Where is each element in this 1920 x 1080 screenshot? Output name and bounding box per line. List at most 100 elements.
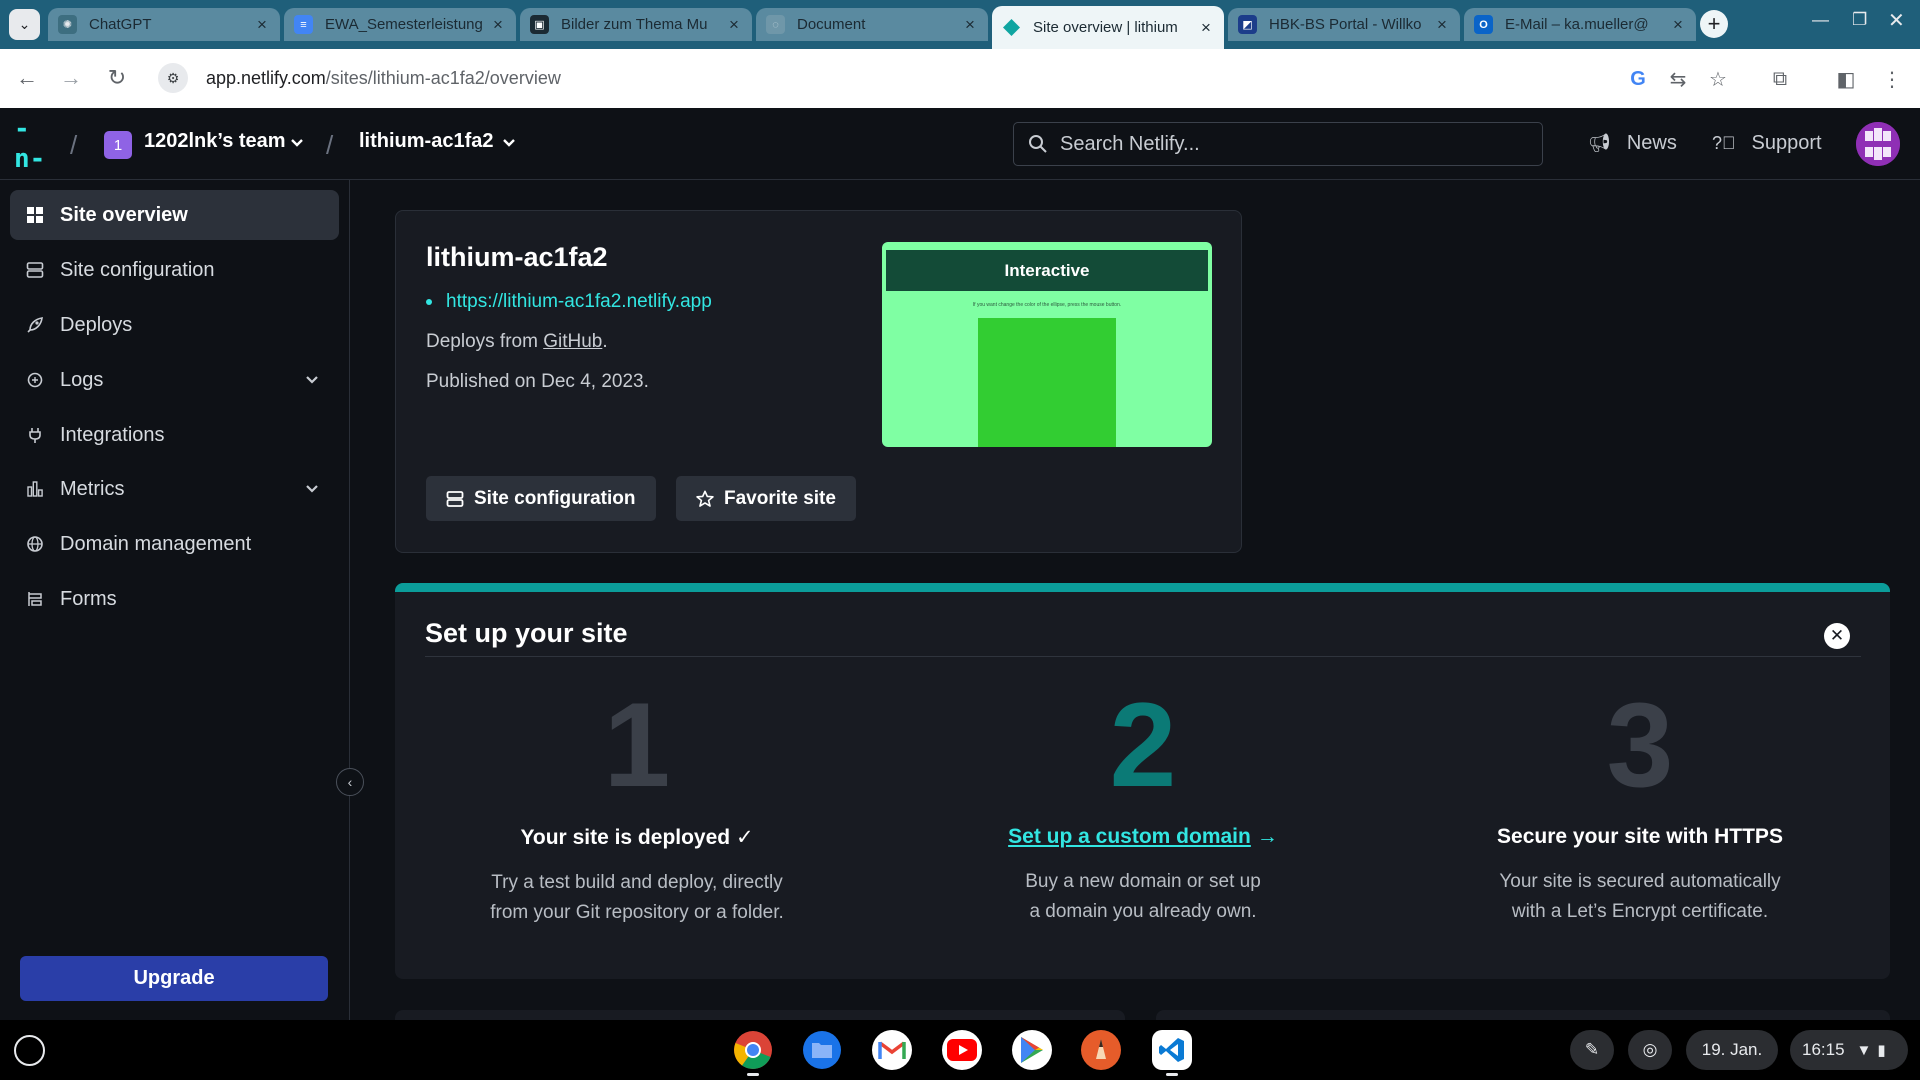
- drawing-app-icon[interactable]: [1081, 1030, 1121, 1070]
- team-avatar[interactable]: 1: [104, 131, 132, 159]
- tab-close-icon[interactable]: ×: [726, 15, 742, 35]
- plug-icon: [24, 424, 46, 446]
- site-configuration-button[interactable]: Site configuration: [426, 476, 656, 521]
- bookmark-star-icon[interactable]: ☆: [1704, 65, 1732, 93]
- tab-title: ChatGPT: [89, 16, 152, 33]
- status-tray[interactable]: 16:15 ▼ ▮: [1790, 1030, 1908, 1070]
- sidebar-item-label: Deploys: [60, 313, 133, 336]
- tab-close-icon[interactable]: ×: [490, 15, 506, 35]
- search-icon: [1029, 135, 1047, 153]
- browser-tab-bilder[interactable]: ▣ Bilder zum Thema Mu ×: [520, 8, 752, 41]
- grid-icon: [24, 204, 46, 226]
- custom-domain-link[interactable]: Set up a custom domain: [1008, 825, 1251, 848]
- unsplash-icon: ▣: [530, 15, 549, 34]
- browser-tab-email[interactable]: O E-Mail – ka.mueller@ ×: [1464, 8, 1696, 41]
- side-panel-icon[interactable]: ◧: [1832, 65, 1860, 93]
- chevron-down-icon[interactable]: [305, 373, 319, 387]
- site-preview-thumbnail[interactable]: Interactive If you want change the color…: [882, 242, 1212, 447]
- divider: [425, 656, 1861, 657]
- site-switcher[interactable]: lithium-ac1fa2: [359, 130, 493, 153]
- favorite-site-button[interactable]: Favorite site: [676, 476, 856, 521]
- search-input[interactable]: Search Netlify...: [1013, 122, 1543, 166]
- browser-tab-netlify[interactable]: Site overview | lithium ×: [992, 6, 1224, 49]
- menu-icon[interactable]: ⋮: [1878, 65, 1906, 93]
- sidebar-item-forms[interactable]: Forms: [10, 574, 339, 624]
- sidebar-item-deploys[interactable]: Deploys: [10, 300, 339, 350]
- help-icon: ?⃝: [1712, 133, 1736, 153]
- chevron-down-icon[interactable]: [290, 136, 304, 150]
- browser-tab-document[interactable]: ◌ Document ×: [756, 8, 988, 41]
- browser-tab-strip: ⌄ ✺ ChatGPT × ≡ EWA_Semesterleistung × ▣…: [0, 0, 1920, 49]
- site-url-link[interactable]: https://lithium-ac1fa2.netlify.app: [426, 291, 712, 313]
- restore-icon[interactable]: ❐: [1852, 10, 1867, 30]
- news-link[interactable]: 📢︎ News: [1588, 132, 1677, 155]
- phone-hub-icon[interactable]: ◎: [1628, 1030, 1672, 1070]
- google-icon[interactable]: G: [1624, 65, 1652, 93]
- youtube-icon[interactable]: [942, 1030, 982, 1070]
- sidebar-item-site-overview[interactable]: Site overview: [10, 190, 339, 240]
- step-description-line: a domain you already own.: [1029, 901, 1257, 922]
- setup-step-2: 2 Set up a custom domain → Buy a new doma…: [933, 685, 1353, 927]
- tab-close-icon[interactable]: ×: [1198, 18, 1214, 38]
- config-icon: [446, 490, 464, 508]
- browser-tab-ewa[interactable]: ≡ EWA_Semesterleistung ×: [284, 8, 516, 41]
- google-docs-icon: ≡: [294, 15, 313, 34]
- form-icon: [24, 588, 46, 610]
- team-switcher[interactable]: 1202lnk’s team: [144, 130, 286, 153]
- chevron-down-icon[interactable]: [502, 136, 516, 150]
- tab-close-icon[interactable]: ×: [254, 15, 270, 35]
- step-description-line: Try a test build and deploy, directly: [491, 872, 783, 893]
- browser-tab-chatgpt[interactable]: ✺ ChatGPT ×: [48, 8, 280, 41]
- sidebar-item-domain-management[interactable]: Domain management: [10, 519, 339, 569]
- sidebar-item-label: Site configuration: [60, 258, 215, 281]
- sidebar-item-metrics[interactable]: Metrics: [10, 464, 339, 514]
- step-description-line: Buy a new domain or set up: [1025, 871, 1261, 892]
- launcher-icon[interactable]: [14, 1035, 45, 1066]
- user-avatar[interactable]: [1856, 122, 1900, 166]
- browser-tab-hbk[interactable]: ◩ HBK-BS Portal - Willko ×: [1228, 8, 1460, 41]
- preview-shape: [978, 318, 1116, 447]
- address-bar[interactable]: ⚙ app.netlify.com/sites/lithium-ac1fa2/o…: [150, 57, 1730, 99]
- upgrade-button[interactable]: Upgrade: [20, 956, 328, 1001]
- setup-title: Set up your site: [425, 618, 628, 648]
- close-icon[interactable]: ✕: [1824, 623, 1850, 649]
- preview-hint: If you want change the color of the elli…: [972, 302, 1122, 308]
- url-text[interactable]: app.netlify.com/sites/lithium-ac1fa2/ove…: [206, 68, 561, 89]
- gmail-icon[interactable]: [872, 1030, 912, 1070]
- bullet-icon: [426, 298, 432, 305]
- back-icon[interactable]: ←: [12, 63, 42, 93]
- sidebar-item-integrations[interactable]: Integrations: [10, 410, 339, 460]
- stylus-tools-icon[interactable]: ✎: [1570, 1030, 1614, 1070]
- sidebar-item-logs[interactable]: Logs: [10, 355, 339, 405]
- chrome-icon[interactable]: [733, 1030, 773, 1070]
- close-window-icon[interactable]: ✕: [1888, 8, 1905, 33]
- tab-close-icon[interactable]: ×: [962, 15, 978, 35]
- date-display[interactable]: 19. Jan.: [1686, 1030, 1778, 1070]
- collapse-sidebar-icon[interactable]: ‹: [336, 768, 364, 796]
- reload-icon[interactable]: ↻: [102, 63, 132, 93]
- site-info-icon[interactable]: ⚙: [158, 63, 188, 93]
- github-link[interactable]: GitHub: [543, 331, 602, 352]
- site-overview-card: lithium-ac1fa2 https://lithium-ac1fa2.ne…: [395, 210, 1242, 553]
- sidebar-item-site-configuration[interactable]: Site configuration: [10, 245, 339, 295]
- forward-icon[interactable]: →: [56, 63, 86, 93]
- step-description: Your site is secured automatically with a…: [1430, 867, 1850, 927]
- new-tab-button[interactable]: +: [1700, 10, 1728, 38]
- tab-close-icon[interactable]: ×: [1670, 15, 1686, 35]
- files-icon[interactable]: [802, 1030, 842, 1070]
- tab-title: HBK-BS Portal - Willko: [1269, 16, 1422, 33]
- vscode-icon[interactable]: [1152, 1030, 1192, 1070]
- extensions-icon[interactable]: ⧉: [1766, 65, 1794, 93]
- minimize-icon[interactable]: —: [1812, 10, 1829, 30]
- netlify-logo-icon[interactable]: -n-: [14, 114, 54, 174]
- chevron-down-icon[interactable]: [305, 482, 319, 496]
- play-store-icon[interactable]: [1012, 1030, 1052, 1070]
- next-card-left: [395, 1010, 1125, 1020]
- translate-icon[interactable]: ⇆: [1664, 65, 1692, 93]
- support-link[interactable]: ?⃝ Support: [1712, 132, 1822, 155]
- deploys-suffix: .: [602, 331, 608, 352]
- tab-search-dropdown-icon[interactable]: ⌄: [9, 9, 40, 40]
- outlook-icon: O: [1474, 15, 1493, 34]
- arrow-right-icon[interactable]: →: [1257, 825, 1278, 849]
- tab-close-icon[interactable]: ×: [1434, 15, 1450, 35]
